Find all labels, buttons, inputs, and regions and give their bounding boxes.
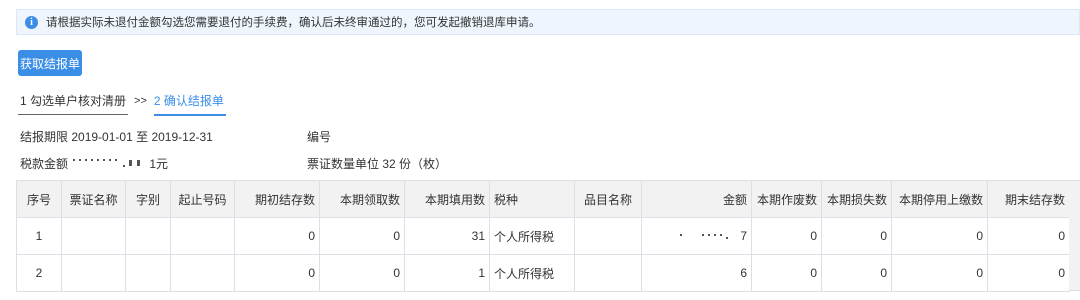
cell-received: 0 [319, 254, 405, 292]
cell-tax-type: 个人所得税 [489, 254, 575, 292]
cell-tax-type: 个人所得税 [489, 217, 575, 255]
period-end: 2019-12-31 [151, 130, 213, 144]
cell-index: 2 [16, 254, 62, 292]
table-row[interactable]: 2 0 0 1 个人所得税 6 0 0 0 0 [16, 254, 1070, 292]
period-to: 至 [136, 130, 149, 144]
table-row[interactable]: 1 0 0 31 个人所得税 7 0 0 0 0 [16, 217, 1070, 255]
column-header: 金额 [641, 180, 752, 218]
column-header: 本期损失数 [821, 180, 892, 218]
cell-voided: 0 [751, 217, 822, 255]
column-header: 本期领取数 [319, 180, 405, 218]
notice-text: 请根据实际未退付金额勾选您需要退付的手续费，确认后未终审通过的，您可发起撤销退库… [46, 17, 541, 29]
cell-ticket-name [61, 217, 126, 255]
cell-lost: 0 [821, 254, 892, 292]
step-1-tab[interactable]: 1 勾选单户核对清册 [18, 92, 129, 115]
cell-index: 1 [16, 217, 62, 255]
column-header: 本期作废数 [751, 180, 822, 218]
fetch-statement-button[interactable]: 获取结报单 [18, 50, 82, 76]
column-header: 本期填用数 [404, 180, 490, 218]
tax-amount-suffix: 1元 [149, 157, 169, 171]
cell-number-range [170, 254, 235, 292]
number-row: 编号 [307, 128, 331, 145]
period-start: 2019-01-01 [71, 130, 133, 144]
step-separator: >> [134, 95, 147, 107]
cell-amount: 7 [641, 217, 752, 255]
masked-amount [71, 157, 149, 169]
amount-suffix: 7 [740, 229, 747, 243]
cell-code [125, 217, 171, 255]
ticket-unit-label: 票证数量单位 [307, 157, 380, 171]
cell-code [125, 254, 171, 292]
column-header: 字别 [125, 180, 171, 218]
cell-ticket-name [61, 254, 126, 292]
step-2-tab[interactable]: 2 确认结报单 [153, 92, 226, 116]
tax-amount-row: 税款金额 1元 [20, 155, 168, 172]
table-header-row: 序号 票证名称 字别 起止号码 期初结存数 本期领取数 本期填用数 税种 品目名… [16, 180, 1070, 218]
cell-item-name [574, 217, 642, 255]
column-header: 序号 [16, 180, 62, 218]
notice-banner: i 请根据实际未退付金额勾选您需要退付的手续费，确认后未终审通过的，您可发起撤销… [16, 9, 1080, 35]
number-label: 编号 [307, 130, 332, 144]
cell-item-name [574, 254, 642, 292]
cell-stopped: 0 [891, 217, 988, 255]
cell-opening-balance: 0 [234, 217, 320, 255]
column-header: 期末结存数 [987, 180, 1070, 218]
info-icon: i [25, 15, 38, 29]
ticket-unit-value: 32 份（枚） [382, 157, 448, 171]
cell-used: 1 [404, 254, 490, 292]
cell-voided: 0 [751, 254, 822, 292]
ticket-unit-row: 票证数量单位 32 份（枚） [307, 155, 447, 172]
cell-opening-balance: 0 [234, 254, 320, 292]
tax-amount-label: 税款金额 [20, 157, 69, 171]
column-header: 本期停用上缴数 [891, 180, 988, 218]
period-label: 结报期限 [20, 130, 69, 144]
column-header: 票证名称 [61, 180, 126, 218]
cell-received: 0 [319, 217, 405, 255]
column-header: 起止号码 [170, 180, 235, 218]
cell-closing-balance: 0 [987, 254, 1070, 292]
cell-lost: 0 [821, 217, 892, 255]
cell-closing-balance: 0 [987, 217, 1070, 255]
masked-amount [680, 229, 740, 239]
period-row: 结报期限 2019-01-01 至 2019-12-31 [20, 128, 213, 145]
cell-number-range [170, 217, 235, 255]
column-header: 品目名称 [574, 180, 642, 218]
cell-used: 31 [404, 217, 490, 255]
cell-amount: 6 [641, 254, 752, 292]
cell-stopped: 0 [891, 254, 988, 292]
column-header: 税种 [489, 180, 575, 218]
table-scroll-edge [1069, 180, 1080, 291]
statement-table: 序号 票证名称 字别 起止号码 期初结存数 本期领取数 本期填用数 税种 品目名… [16, 180, 1070, 292]
column-header: 期初结存数 [234, 180, 320, 218]
step-navigation: 1 勾选单户核对清册 >> 2 确认结报单 [18, 92, 226, 116]
